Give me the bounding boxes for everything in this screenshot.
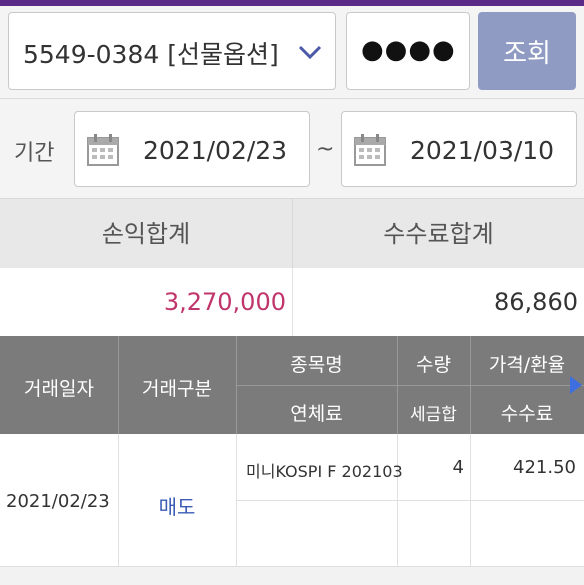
col-late-fee: 연체료: [290, 403, 343, 425]
calendar-icon: [354, 134, 386, 166]
pnl-total-value: 3,270,000: [163, 288, 286, 316]
cell-trade-type: 매도: [158, 495, 196, 519]
col-trade-date: 거래일자: [24, 378, 94, 400]
table-row: [0, 566, 584, 585]
account-select[interactable]: 5549-0384 [선물옵션]: [8, 12, 336, 90]
search-button[interactable]: 조회: [478, 12, 576, 90]
cell-price: 421.50: [513, 457, 576, 478]
date-separator: ~: [316, 137, 335, 162]
fee-total-label: 수수료합계: [383, 220, 494, 248]
summary-divider: [292, 268, 293, 336]
col-price-rate: 가격/환율: [488, 354, 566, 376]
triangle-right-icon[interactable]: [570, 376, 582, 394]
col-tax-total: 세금합: [410, 405, 457, 425]
chevron-down-icon: [298, 45, 322, 60]
summary-values: 3,270,000 86,860: [0, 268, 584, 336]
fee-total-value: 86,860: [494, 288, 578, 316]
col-item-name: 종목명: [290, 354, 343, 376]
cell-item-name: 미니KOSPI F 202103: [246, 462, 403, 481]
account-number: 5549-0384 [선물옵션]: [23, 40, 279, 69]
period-label: 기간: [14, 141, 55, 166]
pnl-total-label: 손익합계: [101, 220, 191, 248]
end-date-picker[interactable]: 2021/03/10: [341, 111, 577, 187]
header-divider: [236, 385, 584, 386]
col-commission: 수수료: [500, 403, 554, 425]
cell-trade-date: 2021/02/23: [6, 491, 110, 512]
row-divider: [236, 500, 584, 501]
table-header: 거래일자 거래구분 종목명 수량 가격/환율 연체료 세금합 수수료: [0, 336, 584, 434]
col-quantity: 수량: [416, 354, 451, 376]
calendar-icon: [87, 134, 119, 166]
start-date-picker[interactable]: 2021/02/23: [74, 111, 310, 187]
start-date: 2021/02/23: [143, 136, 288, 165]
summary-header: 손익합계 수수료합계: [0, 198, 584, 269]
col-trade-type: 거래구분: [142, 378, 212, 400]
query-bar: 5549-0384 [선물옵션] ●●●● 조회: [0, 6, 584, 98]
password-mask: ●●●●: [361, 35, 456, 65]
end-date: 2021/03/10: [410, 136, 555, 165]
cell-quantity: 4: [452, 457, 464, 478]
period-row: 기간 2021/02/23 ~ 2021/03/10: [0, 98, 584, 199]
table-row[interactable]: 2021/02/23 매도 미니KOSPI F 202103 4 421.50: [0, 434, 584, 584]
password-field[interactable]: ●●●●: [346, 12, 470, 90]
